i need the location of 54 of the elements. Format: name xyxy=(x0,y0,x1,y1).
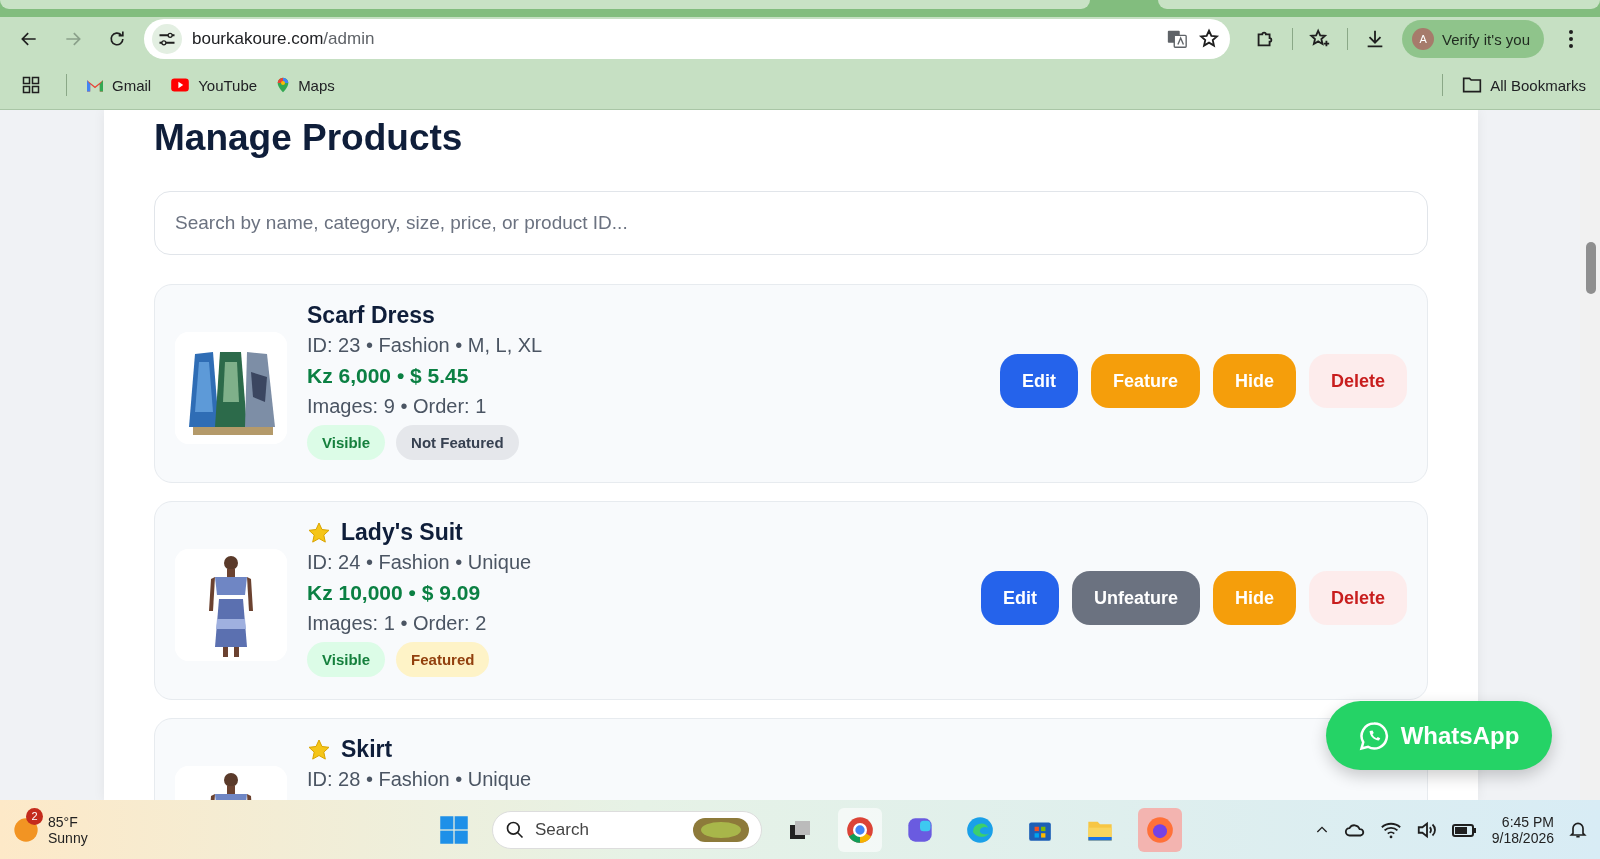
bookmark-star-icon xyxy=(1198,28,1221,50)
weather-text: Sunny xyxy=(48,829,88,846)
product-info: Images: 1 • Order: 2 xyxy=(307,612,488,635)
chat-bubble-icon xyxy=(1358,720,1389,751)
action-button[interactable]: Unfeature xyxy=(1071,571,1200,625)
search-icon xyxy=(505,819,525,840)
delete-button[interactable]: Delete xyxy=(1308,571,1407,625)
product-name: Skirt xyxy=(341,736,393,763)
scrollbar[interactable] xyxy=(1580,110,1600,800)
product-meta: ID: 24 • Fashion • Unique xyxy=(307,551,533,574)
product-name: Lady's Suit xyxy=(341,519,463,546)
product-meta: ID: 23 • Fashion • M, L, XL xyxy=(307,334,544,357)
youtube-icon xyxy=(169,77,192,93)
edit-button[interactable]: Edit xyxy=(999,354,1078,408)
status-badge: Visible xyxy=(307,642,386,677)
search-field[interactable]: Search by name, category, size, price, or product ID... xyxy=(154,191,1428,255)
folder-icon xyxy=(1461,75,1484,95)
notification-badge: 2 xyxy=(26,807,43,825)
taskbar-search[interactable]: Search xyxy=(492,810,762,849)
product-meta: ID: 28 • Fashion • Unique xyxy=(307,768,533,791)
grid-icon xyxy=(22,76,40,94)
status-badge: Not Featured xyxy=(396,425,519,460)
profile-button[interactable]: A Verify it's you xyxy=(1402,20,1544,58)
bookmark-link[interactable]: Maps xyxy=(275,75,335,95)
site-settings-icon xyxy=(152,24,182,54)
product-info: Images: 9 • Order: 1 xyxy=(307,395,488,418)
bookmark-link[interactable]: Gmail xyxy=(85,76,152,94)
address-bar[interactable]: bourkakoure.com/admin xyxy=(144,19,1231,59)
edit-button[interactable]: Edit xyxy=(980,571,1059,625)
edge-icon xyxy=(966,815,994,844)
bookmark-link[interactable]: YouTube xyxy=(169,76,258,94)
clock-date: 9/18/2026 xyxy=(1491,829,1554,846)
chrome-button[interactable] xyxy=(838,807,882,852)
more-icon xyxy=(1568,29,1574,49)
product-price: Kz 10,000 • $ 9.09 xyxy=(307,581,482,605)
clock-time: 6:45 PM xyxy=(1501,813,1554,830)
status-badge: Featured xyxy=(396,642,490,677)
firefox-button[interactable] xyxy=(1138,807,1182,852)
translate-icon xyxy=(1166,28,1189,50)
page-title: Manage Products xyxy=(154,116,464,160)
chrome-icon xyxy=(846,815,874,844)
all-bookmarks-button[interactable]: All Bookmarks xyxy=(1461,75,1586,95)
firefox-icon xyxy=(1146,815,1174,844)
status-badge: Visible xyxy=(307,425,386,460)
product-name: Scarf Dress xyxy=(307,302,435,329)
url-text: bourkakoure.com/admin xyxy=(192,29,376,49)
delete-button[interactable]: Delete xyxy=(1308,354,1407,408)
star-icon xyxy=(307,520,331,545)
product-price: Kz 6,000 • $ 5.45 xyxy=(307,364,470,388)
app-tile-icon xyxy=(906,815,934,844)
temperature-text: 85°F xyxy=(48,813,79,830)
windows-icon xyxy=(439,814,469,845)
reload-icon xyxy=(107,29,127,49)
star-icon xyxy=(307,737,331,762)
